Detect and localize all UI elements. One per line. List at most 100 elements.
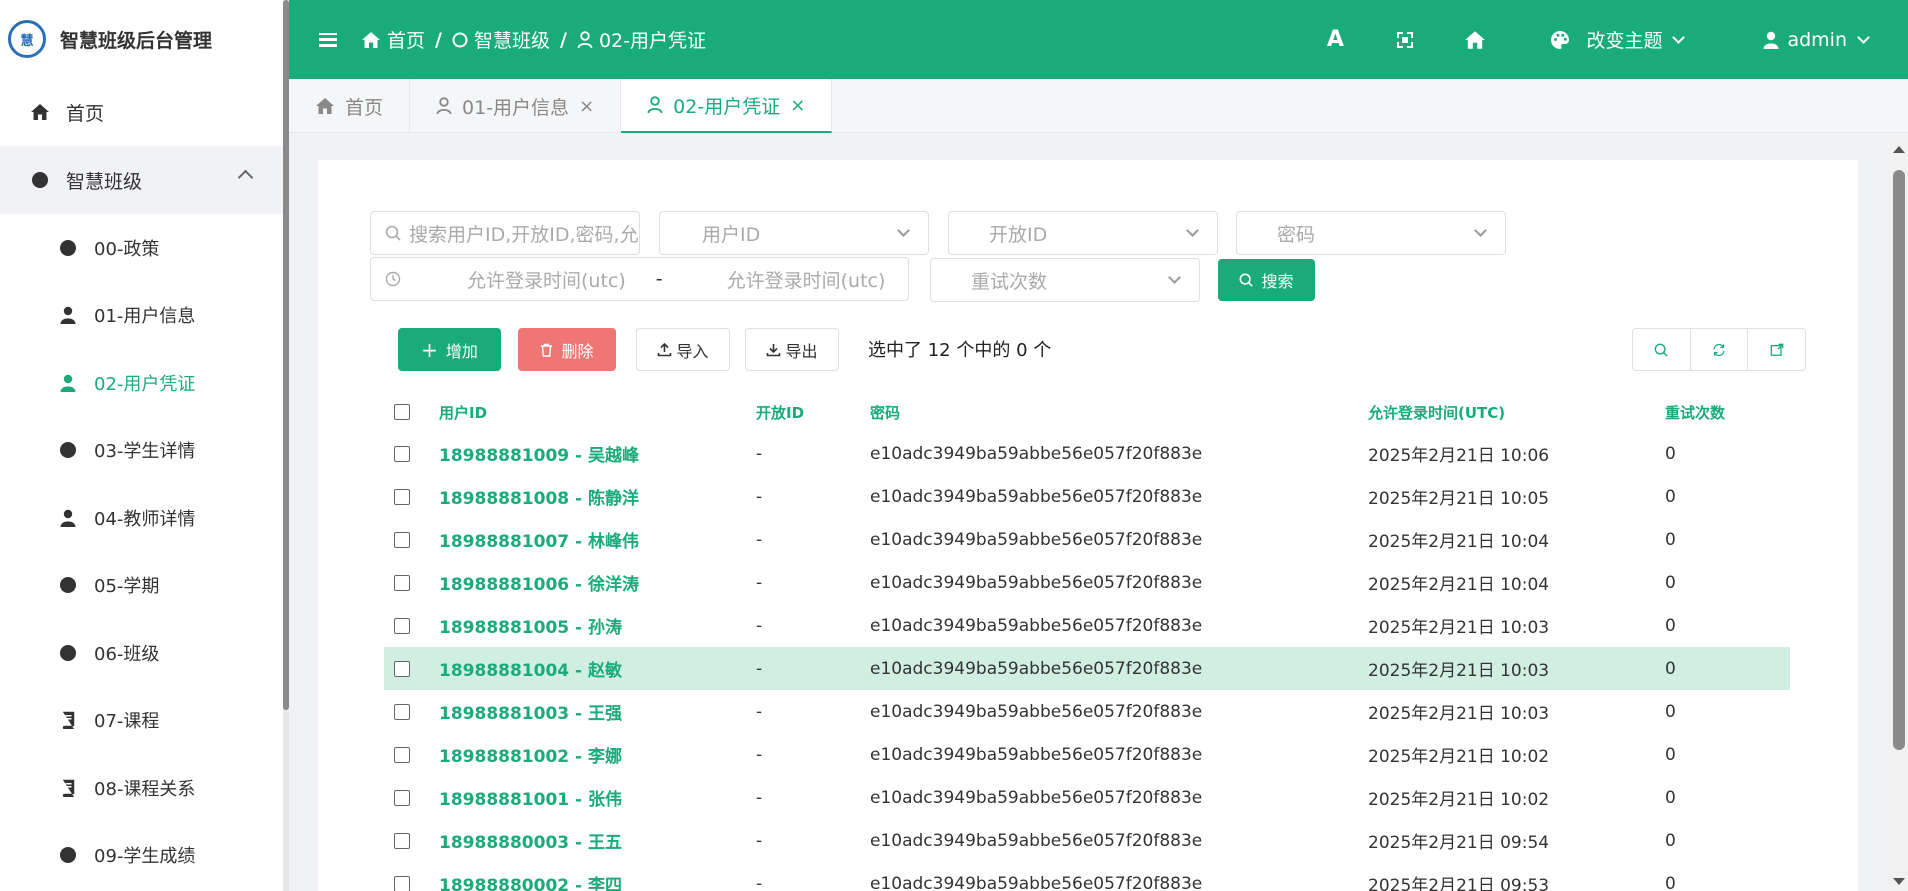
table-row[interactable]: 18988881007 - 林峰伟 - e10adc3949ba59abbe56e0… (384, 518, 1790, 561)
table-row[interactable]: 18988881004 - 赵敏 - e10adc3949ba59abbe56e05… (384, 647, 1790, 690)
breadcrumb-item[interactable]: 首页 (387, 26, 425, 53)
sidebar-group-smart-class[interactable]: 智慧班级 (0, 146, 283, 214)
table-row[interactable]: 18988881006 - 徐洋涛 - e10adc3949ba59abbe56e0… (384, 561, 1790, 604)
table-row[interactable]: 18988881003 - 王强 - e10adc3949ba59abbe56e05… (384, 690, 1790, 733)
selection-info: 选中了 12 个中的 0 个 (868, 340, 1052, 361)
row-checkbox[interactable] (394, 488, 410, 505)
user-menu[interactable]: admin (1763, 28, 1870, 51)
tab-home[interactable]: 首页 (289, 79, 411, 133)
cell-user-id[interactable]: 18988881001 - 张伟 (439, 785, 622, 810)
table-row[interactable]: 18988881002 - 李娜 - e10adc3949ba59abbe56e05… (384, 733, 1790, 776)
open-id-select[interactable]: 开放ID (948, 211, 1218, 255)
menu-toggle-icon[interactable] (319, 32, 337, 47)
cell-retry-count: 0 (1665, 572, 1676, 593)
column-header-password[interactable]: 密码 (870, 402, 900, 423)
main-scrollbar-thumb[interactable] (1893, 170, 1905, 750)
table-search-icon[interactable] (1633, 329, 1691, 370)
import-button[interactable]: 导入 (636, 328, 730, 371)
breadcrumb-item-current: 02-用户凭证 (598, 30, 706, 52)
table-row[interactable]: 18988881009 - 吴越峰 - e10adc3949ba59abbe56e0… (384, 432, 1790, 475)
column-header-user-id[interactable]: 用户ID (439, 402, 487, 423)
row-checkbox[interactable] (394, 531, 410, 548)
cell-user-id[interactable]: 18988881006 - 徐洋涛 (439, 570, 639, 595)
row-checkbox[interactable] (394, 703, 410, 720)
table-row[interactable]: 18988881005 - 孙涛 - e10adc3949ba59abbe56e05… (384, 604, 1790, 647)
sidebar-item-3[interactable]: 03-学生详情 (0, 417, 283, 485)
sidebar-item-8[interactable]: 08-课程关系 (0, 754, 283, 822)
sidebar-item-home[interactable]: 首页 (0, 78, 283, 146)
chevron-down-icon (1672, 30, 1686, 44)
main-scrollbar[interactable] (1888, 136, 1908, 891)
retry-count-select[interactable]: 重试次数 (930, 258, 1200, 302)
sidebar-item-1[interactable]: 01-用户信息 (0, 282, 283, 350)
cell-open-id: - (756, 701, 763, 722)
login-time-range-picker[interactable]: 允许登录时间(utc) - 允许登录时间(utc) (370, 257, 909, 301)
user-id-select[interactable]: 用户ID (659, 211, 929, 255)
fullscreen-icon[interactable] (1385, 20, 1425, 60)
row-checkbox[interactable] (394, 875, 410, 891)
row-checkbox[interactable] (394, 746, 410, 763)
download-icon (766, 342, 781, 357)
column-header-retry-count[interactable]: 重试次数 (1665, 402, 1725, 423)
sidebar-item-6[interactable]: 06-班级 (0, 619, 283, 687)
row-checkbox[interactable] (394, 789, 410, 806)
sidebar-item-5[interactable]: 05-学期 (0, 552, 283, 620)
scroll-up-arrow-icon[interactable] (1893, 146, 1905, 153)
search-input[interactable]: 搜索用户ID,开放ID,密码,允 (370, 211, 640, 255)
add-button-label: 增加 (445, 341, 478, 361)
row-checkbox[interactable] (394, 574, 410, 591)
sidebar-item-9[interactable]: 09-学生成绩 (0, 822, 283, 890)
cell-user-id[interactable]: 18988881004 - 赵敏 (439, 656, 622, 681)
column-header-open-id[interactable]: 开放ID (756, 402, 804, 423)
tab-user-credential[interactable]: 02-用户凭证 × (621, 79, 833, 133)
sidebar-item-7[interactable]: 07-课程 (0, 687, 283, 755)
cell-user-id[interactable]: 18988881002 - 李娜 (439, 742, 622, 767)
cell-open-id: - (756, 658, 763, 679)
table-row[interactable]: 18988881001 - 张伟 - e10adc3949ba59abbe56e05… (384, 776, 1790, 819)
sidebar-item-4[interactable]: 04-教师详情 (0, 484, 283, 552)
theme-switcher[interactable]: 改变主题 (1550, 26, 1686, 53)
table-row[interactable]: 18988880003 - 王五 - e10adc3949ba59abbe56e05… (384, 819, 1790, 862)
tab-user-info[interactable]: 01-用户信息 × (410, 79, 622, 133)
sidebar-item-0[interactable]: 00-政策 (0, 214, 283, 282)
cell-user-id[interactable]: 18988880002 - 李四 (439, 871, 622, 891)
row-checkbox[interactable] (394, 617, 410, 634)
cell-user-id[interactable]: 18988881003 - 王强 (439, 699, 622, 724)
home-shortcut-icon[interactable] (1455, 20, 1495, 60)
cell-user-id[interactable]: 18988881008 - 陈静洋 (439, 484, 639, 509)
sidebar-scrollbar[interactable] (283, 0, 289, 891)
close-icon[interactable]: × (790, 95, 805, 116)
delete-button[interactable]: 删除 (518, 328, 616, 371)
chevron-down-icon (897, 224, 910, 237)
select-all-checkbox[interactable] (394, 404, 410, 420)
column-header-login-time[interactable]: 允许登录时间(UTC) (1368, 402, 1505, 423)
row-checkbox[interactable] (394, 660, 410, 677)
add-button[interactable]: + 增加 (398, 328, 501, 371)
sidebar-item-label: 首页 (66, 102, 105, 125)
scroll-down-arrow-icon[interactable] (1893, 878, 1905, 885)
export-button[interactable]: 导出 (745, 328, 839, 371)
username: admin (1787, 28, 1847, 51)
cell-user-id[interactable]: 18988880003 - 王五 (439, 828, 622, 853)
cell-user-id[interactable]: 18988881007 - 林峰伟 (439, 527, 639, 552)
row-checkbox[interactable] (394, 445, 410, 462)
sidebar-item-2[interactable]: 02-用户凭证 (0, 349, 283, 417)
table-row[interactable]: 18988880002 - 李四 - e10adc3949ba59abbe56e05… (384, 862, 1790, 891)
refresh-icon[interactable] (1691, 329, 1749, 370)
column-settings-icon[interactable] (1748, 329, 1805, 370)
breadcrumb-item[interactable]: 智慧班级 (474, 26, 550, 53)
user-icon (58, 305, 78, 325)
cell-open-id: - (756, 830, 763, 851)
time-end-placeholder[interactable]: 允许登录时间(utc) (727, 266, 886, 293)
breadcrumb-separator: / (435, 28, 442, 51)
content-card: 搜索用户ID,开放ID,密码,允 用户ID 开放ID 密码 允许登录时间(utc… (318, 160, 1858, 891)
password-select[interactable]: 密码 (1236, 211, 1506, 255)
font-size-icon[interactable]: A (1315, 20, 1355, 60)
cell-user-id[interactable]: 18988881009 - 吴越峰 (439, 441, 639, 466)
search-button[interactable]: 搜索 (1218, 259, 1315, 301)
time-start-placeholder[interactable]: 允许登录时间(utc) (467, 266, 626, 293)
close-icon[interactable]: × (579, 96, 594, 117)
cell-user-id[interactable]: 18988881005 - 孙涛 (439, 613, 622, 638)
table-row[interactable]: 18988881008 - 陈静洋 - e10adc3949ba59abbe56e0… (384, 475, 1790, 518)
row-checkbox[interactable] (394, 832, 410, 849)
